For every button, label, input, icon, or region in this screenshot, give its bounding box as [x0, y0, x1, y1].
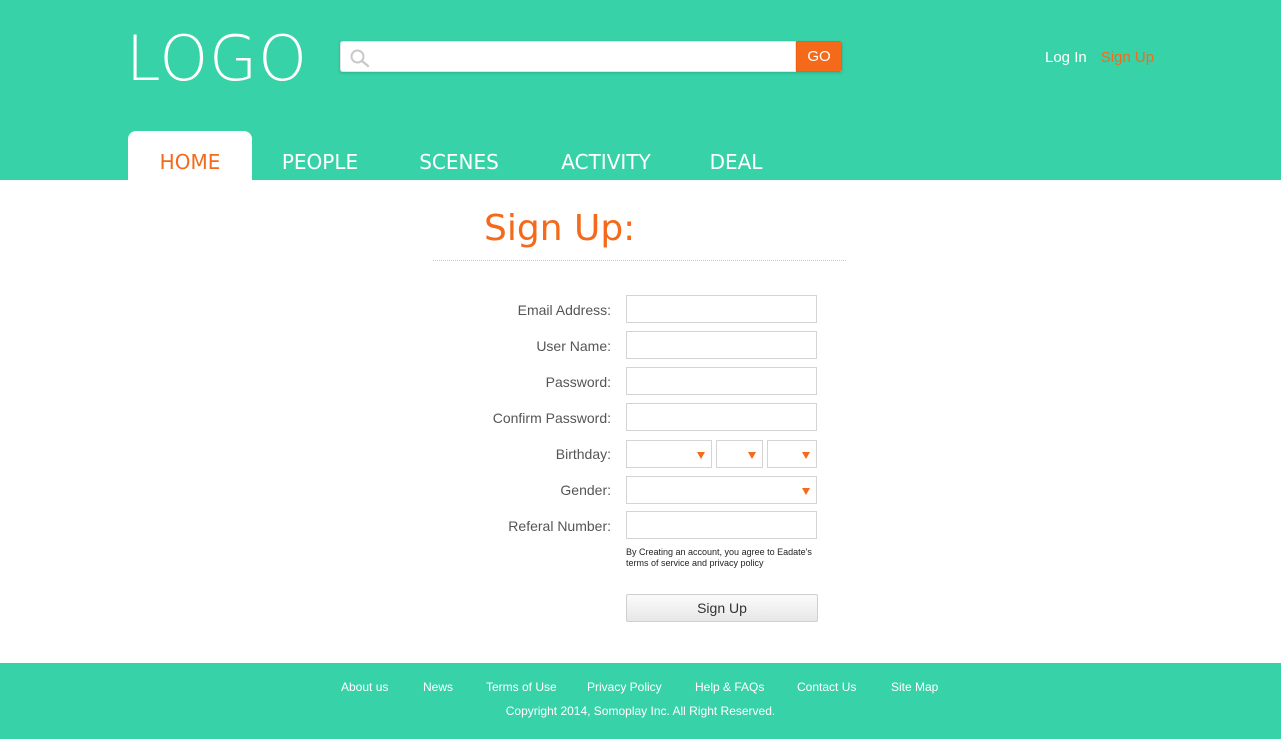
- header: LOGO GO Log In Sign Up HOME PEOPLE SCENES…: [0, 0, 1281, 180]
- gender-select[interactable]: [626, 476, 817, 504]
- signup-link[interactable]: Sign Up: [1101, 49, 1154, 66]
- login-link[interactable]: Log In: [1045, 49, 1087, 66]
- password-field[interactable]: [626, 367, 817, 395]
- search-icon: [350, 49, 370, 68]
- dropdown-arrow-icon: [802, 488, 810, 495]
- dropdown-arrow-icon: [697, 452, 705, 459]
- terms-text: By Creating an account, you agree to Ead…: [626, 547, 812, 568]
- tab-activity[interactable]: ACTIVITY: [548, 131, 664, 180]
- referral-field[interactable]: [626, 511, 817, 539]
- confirm-password-label: Confirm Password:: [492, 410, 611, 426]
- tab-deal[interactable]: DEAL: [700, 131, 772, 180]
- search-go-button[interactable]: GO: [796, 41, 842, 72]
- auth-links: Log In Sign Up: [1045, 49, 1154, 67]
- search-bar: GO: [340, 41, 842, 72]
- birthday-year-select[interactable]: [767, 440, 817, 468]
- tab-people[interactable]: PEOPLE: [270, 131, 370, 180]
- copyright: Copyright 2014, Somoplay Inc. All Right …: [505, 704, 776, 718]
- footer-link-help[interactable]: Help & FAQs: [695, 680, 764, 695]
- tab-home[interactable]: HOME: [128, 131, 252, 180]
- dropdown-arrow-icon: [748, 452, 756, 459]
- birthday-month-select[interactable]: [626, 440, 712, 468]
- password-label: Password:: [545, 374, 611, 390]
- username-field[interactable]: [626, 331, 817, 359]
- logo[interactable]: LOGO: [126, 24, 308, 94]
- email-field[interactable]: [626, 295, 817, 323]
- title-divider: [433, 260, 846, 261]
- footer-link-sitemap[interactable]: Site Map: [891, 680, 938, 695]
- email-label: Email Address:: [517, 302, 611, 318]
- confirm-password-field[interactable]: [626, 403, 817, 431]
- footer-link-terms[interactable]: Terms of Use: [486, 680, 557, 695]
- referral-label: Referal Number:: [508, 518, 611, 534]
- footer-link-contact[interactable]: Contact Us: [797, 680, 856, 695]
- footer: About us News Terms of Use Privacy Polic…: [0, 663, 1281, 739]
- tab-scenes[interactable]: SCENES: [404, 131, 514, 180]
- search-field[interactable]: [340, 41, 796, 72]
- footer-link-news[interactable]: News: [423, 680, 453, 695]
- signup-submit-button[interactable]: Sign Up: [626, 594, 818, 622]
- footer-link-about[interactable]: About us: [341, 680, 388, 695]
- search-input[interactable]: [375, 45, 791, 69]
- birthday-label: Birthday:: [555, 446, 611, 462]
- page-title: Sign Up:: [484, 208, 636, 249]
- username-label: User Name:: [536, 338, 611, 354]
- birthday-day-select[interactable]: [716, 440, 763, 468]
- gender-label: Gender:: [560, 482, 611, 498]
- dropdown-arrow-icon: [802, 452, 810, 459]
- footer-link-privacy[interactable]: Privacy Policy: [587, 680, 662, 695]
